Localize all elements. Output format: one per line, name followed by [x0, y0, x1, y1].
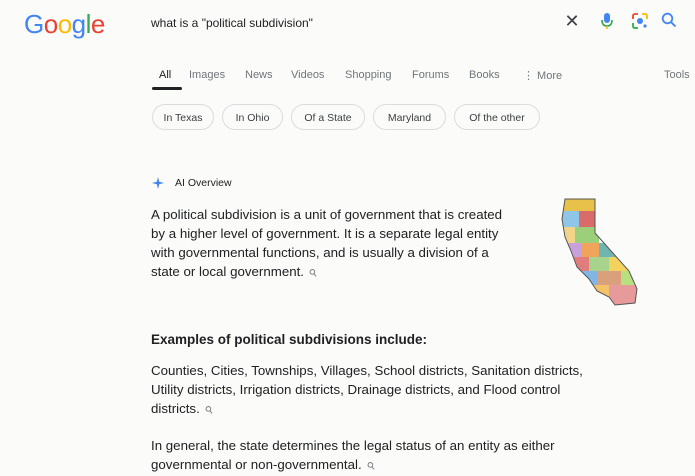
- text-line: governmental or non-governmental. ⚲: [151, 455, 651, 476]
- sparkle-icon: [152, 177, 164, 189]
- text-line: Counties, Cities, Townships, Villages, S…: [151, 363, 583, 378]
- logo-letter: o: [43, 9, 58, 39]
- logo-letter: o: [57, 9, 72, 39]
- logo-letter: e: [90, 9, 105, 39]
- text-line: with governmental functions, and is usua…: [151, 245, 489, 260]
- link-icon[interactable]: ⚲: [201, 401, 219, 420]
- text-line-part: state or local government.: [151, 264, 304, 279]
- search-icon[interactable]: [660, 11, 678, 29]
- tab-forums[interactable]: Forums: [412, 69, 449, 81]
- chip-maryland[interactable]: Maryland: [373, 104, 446, 130]
- search-input[interactable]: what is a "political subdivision": [151, 16, 313, 30]
- tools-button[interactable]: Tools: [664, 69, 690, 81]
- text-line: by a higher level of government. It is a…: [151, 226, 499, 241]
- ai-overview-title: AI Overview: [175, 177, 232, 189]
- examples-list: Counties, Cities, Townships, Villages, S…: [151, 361, 651, 420]
- text-line: A political subdivision is a unit of gov…: [151, 207, 503, 222]
- active-tab-indicator: [152, 87, 182, 90]
- text-line: In general, the state determines the leg…: [151, 438, 555, 453]
- tab-images[interactable]: Images: [189, 69, 225, 81]
- text-line: state or local government. ⚲: [151, 262, 551, 283]
- microphone-icon[interactable]: [600, 12, 614, 30]
- google-logo[interactable]: Google: [24, 9, 105, 40]
- chip-of-a-state[interactable]: Of a State: [291, 104, 365, 130]
- examples-heading: Examples of political subdivisions inclu…: [151, 332, 428, 347]
- tab-news[interactable]: News: [245, 69, 273, 81]
- logo-letter: g: [71, 9, 86, 39]
- chip-of-the-other[interactable]: Of the other: [454, 104, 540, 130]
- link-icon[interactable]: ⚲: [305, 264, 323, 283]
- link-icon[interactable]: ⚲: [362, 457, 380, 476]
- close-icon[interactable]: ✕: [563, 11, 581, 32]
- text-line-part: districts.: [151, 401, 200, 416]
- text-line: Utility districts, Irrigation districts,…: [151, 382, 561, 397]
- ai-overview-intro: A political subdivision is a unit of gov…: [151, 205, 551, 283]
- conclusion-paragraph: In general, the state determines the leg…: [151, 436, 651, 476]
- tab-shopping[interactable]: Shopping: [345, 69, 392, 81]
- text-line: districts. ⚲: [151, 399, 651, 420]
- chip-in-ohio[interactable]: In Ohio: [222, 104, 283, 130]
- california-map-image[interactable]: [559, 197, 641, 309]
- tab-books[interactable]: Books: [469, 69, 500, 81]
- tab-all[interactable]: All: [159, 69, 171, 81]
- google-lens-icon[interactable]: [631, 12, 649, 30]
- text-line-part: governmental or non-governmental.: [151, 457, 362, 472]
- tab-more[interactable]: ⋮ More: [523, 69, 562, 82]
- chip-in-texas[interactable]: In Texas: [152, 104, 214, 130]
- logo-letter: G: [24, 9, 44, 39]
- tab-videos[interactable]: Videos: [291, 69, 324, 81]
